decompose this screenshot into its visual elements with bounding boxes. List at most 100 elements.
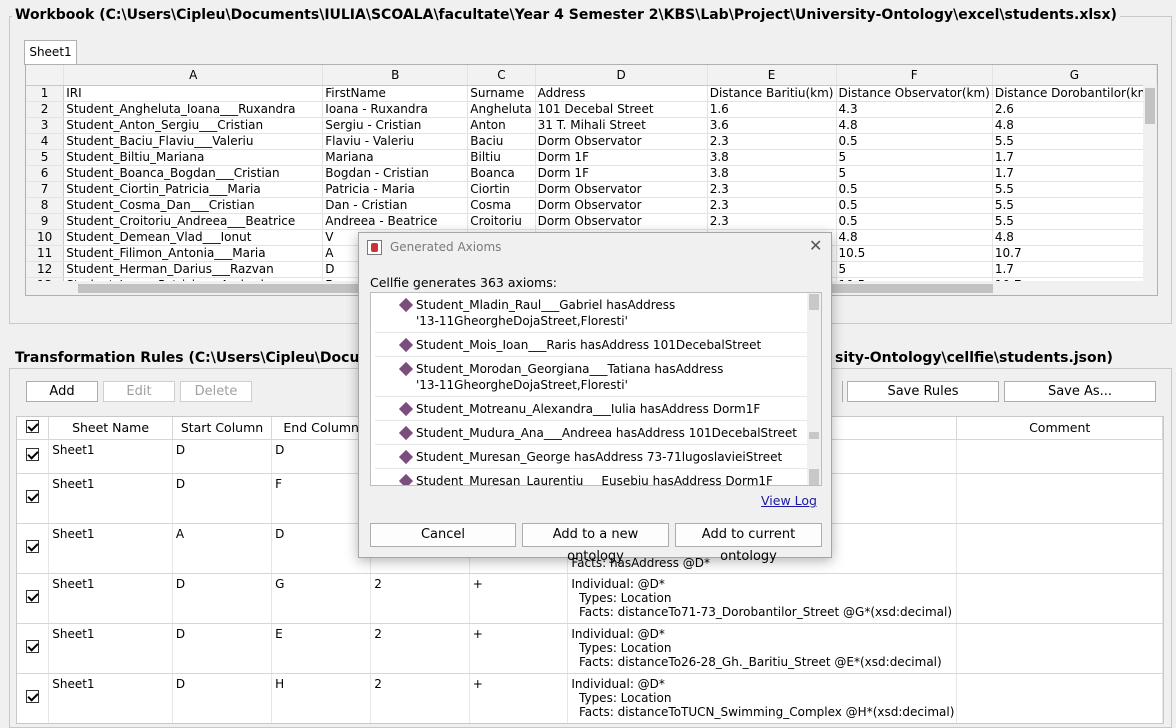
axiom-list-scrollbar[interactable] [807, 293, 821, 485]
axiom-item[interactable]: Student_Mudura_Ana___Andreea hasAddress … [375, 421, 807, 445]
axiom-scroll-thumb[interactable] [809, 432, 819, 439]
sheet-cell[interactable]: 5.5 [992, 213, 1157, 230]
column-header[interactable]: G [992, 65, 1157, 86]
rule-comment-cell[interactable] [956, 473, 1163, 524]
rule-end-cell[interactable]: F [271, 473, 372, 524]
sheet-cell[interactable]: Address [535, 85, 708, 102]
sheet-cell[interactable]: Student_Cosma_Dan___Cristian [63, 197, 324, 214]
sheet-row[interactable]: 6 Student_Boanca_Bogdan___Cristian Bogdan … [26, 165, 1157, 182]
add-button[interactable]: Add [26, 381, 98, 402]
rule-row[interactable]: Sheet1 D H 2 + Individual: @D* Types: Locatio… [17, 673, 1163, 723]
sheet-cell[interactable]: Angheluta [467, 101, 536, 118]
sheet-row[interactable]: 8 Student_Cosma_Dan___Cristian Dan - Crist… [26, 197, 1157, 214]
sheet-cell[interactable]: FirstName [322, 85, 469, 102]
sheet-cell[interactable]: 31 T. Mihali Street [535, 117, 708, 134]
sheet-row[interactable]: 2 Student_Angheluta_Ioana___Ruxandra Ioana… [26, 101, 1157, 118]
rule-row[interactable]: Sheet1 D G 2 + Individual: @D* Types: Locatio… [17, 573, 1163, 624]
sheet-cell[interactable]: 5 [836, 165, 993, 182]
sheet-cell[interactable]: Dorm 1F [535, 165, 708, 182]
sheet-cell[interactable]: Student_Ciortin_Patricia___Maria [63, 181, 324, 198]
sheet-cell[interactable]: 1.7 [992, 165, 1157, 182]
row-header[interactable]: 7 [26, 181, 65, 198]
rule-start-cell[interactable]: D [172, 573, 273, 624]
sheet-cell[interactable]: 3.8 [707, 149, 837, 166]
sheet-cell[interactable]: Distance Observator(km) [836, 85, 993, 102]
sheet-cell[interactable]: 4.8 [992, 117, 1157, 134]
rule-erow-cell[interactable]: + [469, 673, 569, 723]
rule-enabled-checkbox[interactable] [17, 523, 50, 574]
rule-sheet-cell[interactable]: Sheet1 [48, 473, 173, 524]
rule-end-cell[interactable]: E [271, 623, 372, 674]
sheet-cell[interactable]: Student_Baciu_Flaviu___Valeriu [63, 133, 324, 150]
sheet-cell[interactable]: Patricia - Maria [322, 181, 469, 198]
sheet-cell[interactable]: 5.5 [992, 197, 1157, 214]
rule-end-cell[interactable]: D [271, 523, 372, 574]
column-header[interactable]: C [467, 65, 536, 86]
rule-start-cell[interactable]: D [172, 473, 273, 524]
rule-enabled-checkbox[interactable] [17, 673, 50, 723]
rule-enabled-checkbox[interactable] [17, 473, 50, 524]
sheet-cell[interactable]: 3.8 [707, 165, 837, 182]
row-header[interactable]: 10 [26, 229, 65, 246]
sheet-cell[interactable]: Ciortin [467, 181, 536, 198]
save-rules-button[interactable]: Save Rules [847, 381, 999, 402]
sheet-cell[interactable]: Anton [467, 117, 536, 134]
sheet-cell[interactable]: Croitoriu [467, 213, 536, 230]
sheet-cell[interactable]: 2.3 [707, 213, 837, 230]
rule-enabled-checkbox[interactable] [17, 623, 50, 674]
rule-srow-cell[interactable]: 2 [370, 673, 470, 723]
sheet-cell[interactable]: 1.6 [707, 101, 837, 118]
rule-sheet-cell[interactable]: Sheet1 [48, 673, 173, 723]
delete-button[interactable]: Delete [180, 381, 252, 402]
rule-sheet-cell[interactable]: Sheet1 [48, 623, 173, 674]
sheet-cell[interactable]: 1.7 [992, 261, 1157, 278]
scroll-up-arrow[interactable] [809, 294, 819, 310]
rule-comment-cell[interactable] [956, 523, 1163, 574]
rule-sheet-cell[interactable]: Sheet1 [48, 439, 173, 474]
sheet-cell[interactable]: Dorm Observator [535, 181, 708, 198]
sheet-cell[interactable]: Student_Herman_Darius___Razvan [63, 261, 324, 278]
sheet-cell[interactable]: Mariana [322, 149, 469, 166]
header-end-column[interactable]: End Column [271, 417, 372, 440]
sheet-cell[interactable]: Student_Boanca_Bogdan___Cristian [63, 165, 324, 182]
sheet-cell[interactable]: 4.8 [836, 117, 993, 134]
rule-sheet-cell[interactable]: Sheet1 [48, 573, 173, 624]
column-header[interactable]: E [707, 65, 837, 86]
header-start-column[interactable]: Start Column [172, 417, 273, 440]
sheet-cell[interactable]: Surname [467, 85, 536, 102]
sheet-cell[interactable]: Baciu [467, 133, 536, 150]
rule-comment-cell[interactable] [956, 439, 1163, 474]
corner-cell[interactable] [26, 65, 65, 86]
rule-enabled-checkbox[interactable] [17, 573, 50, 624]
sheet-row[interactable]: 9 Student_Croitoriu_Andreea___Beatrice And… [26, 213, 1157, 230]
sheet-row[interactable]: 3 Student_Anton_Sergiu___Cristian Sergiu -… [26, 117, 1157, 134]
rule-srow-cell[interactable]: 2 [370, 623, 470, 674]
rule-start-cell[interactable]: D [172, 673, 273, 723]
close-icon[interactable]: ✕ [809, 236, 822, 255]
sheet-cell[interactable]: Dorm Observator [535, 213, 708, 230]
rule-enabled-checkbox[interactable] [17, 439, 50, 474]
sheet-cell[interactable]: Distance Dorobantilor(km) [992, 85, 1157, 102]
rule-comment-cell[interactable] [956, 573, 1163, 624]
rule-erow-cell[interactable]: + [469, 573, 569, 624]
view-log-link[interactable]: View Log [761, 493, 817, 508]
column-header[interactable]: F [836, 65, 993, 86]
row-header[interactable]: 9 [26, 213, 65, 230]
rule-end-cell[interactable]: H [271, 673, 372, 723]
rule-srow-cell[interactable]: 2 [370, 573, 470, 624]
sheet-cell[interactable]: IRI [63, 85, 324, 102]
sheet-cell[interactable]: 0.5 [836, 181, 993, 198]
sheet-cell[interactable]: Sergiu - Cristian [322, 117, 469, 134]
header-comment[interactable]: Comment [956, 417, 1163, 440]
sheet-cell[interactable]: Dan - Cristian [322, 197, 469, 214]
edit-button[interactable]: Edit [103, 381, 175, 402]
sheet-cell[interactable]: Bogdan - Cristian [322, 165, 469, 182]
axiom-item[interactable]: Student_Mois_Ioan___Raris hasAddress 101… [375, 333, 807, 357]
sheet-cell[interactable]: Distance Baritiu(km) [707, 85, 837, 102]
axiom-item[interactable]: Student_Motreanu_Alexandra___Iulia hasAd… [375, 397, 807, 421]
sheet-tab[interactable]: Sheet1 [24, 40, 77, 65]
header-sheet-name[interactable]: Sheet Name [48, 417, 173, 440]
sheet-cell[interactable]: Cosma [467, 197, 536, 214]
rule-rule-cell[interactable]: Individual: @D* Types: Location Facts: d… [567, 623, 958, 674]
sheet-cell[interactable]: Dorm 1F [535, 149, 708, 166]
